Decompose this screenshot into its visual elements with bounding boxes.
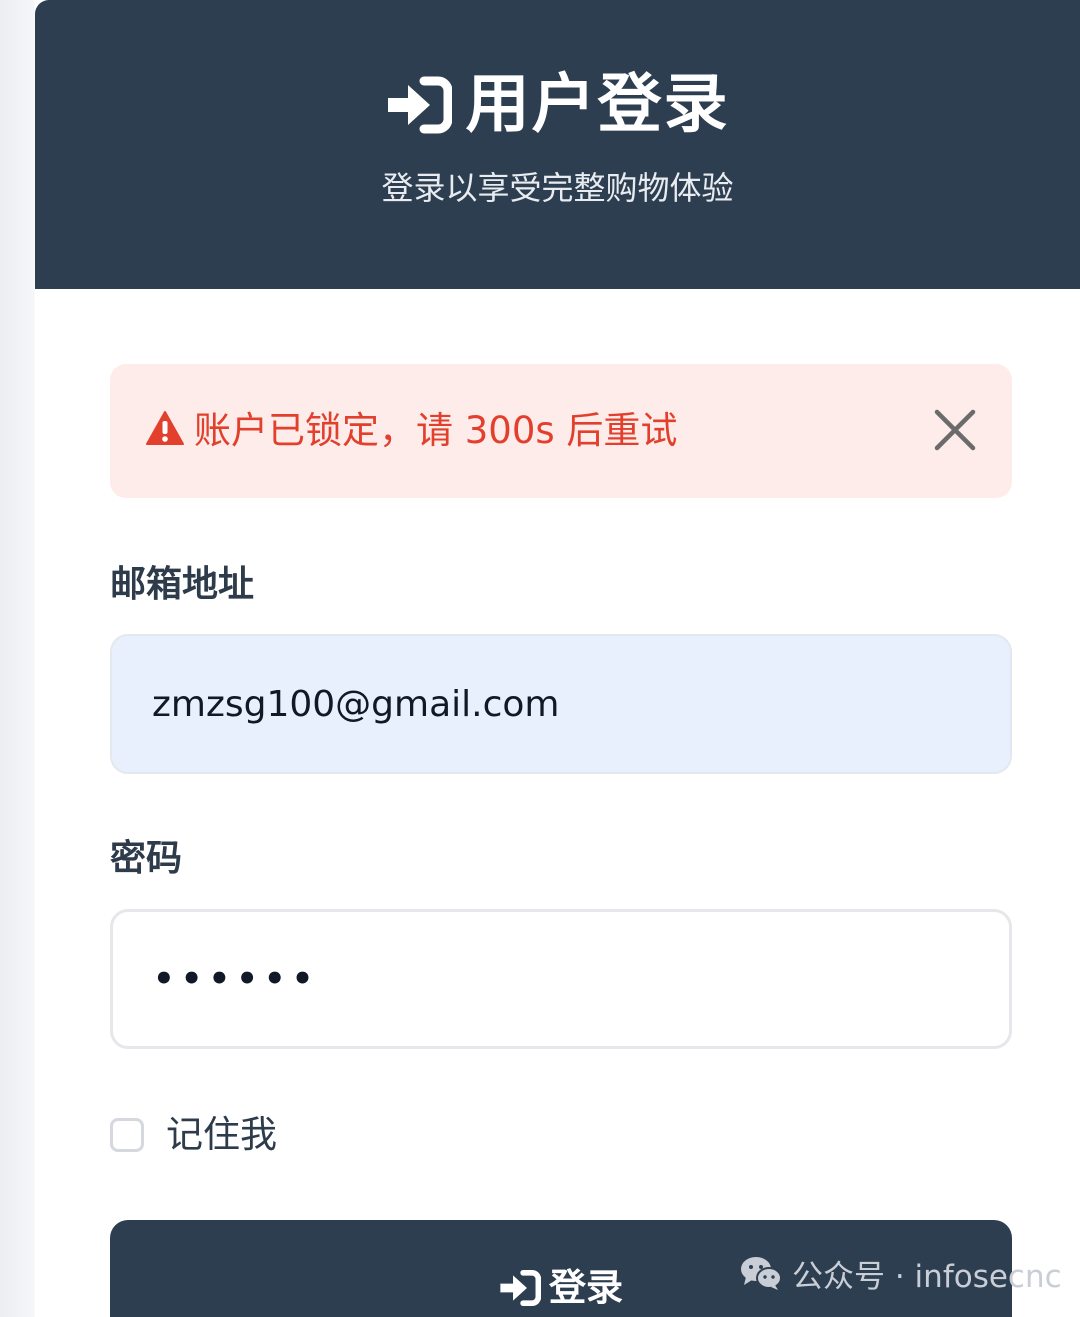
login-header: 用户登录 登录以享受完整购物体验 — [35, 0, 1080, 289]
remember-me[interactable]: 记住我 — [110, 1110, 277, 1160]
login-card: 用户登录 登录以享受完整购物体验 账户已锁定，请 300s 后重试 邮箱地址 z… — [35, 0, 1080, 1317]
title-row: 用户登录 — [35, 62, 1080, 148]
email-field[interactable]: zmzsg100@gmail.com — [110, 634, 1012, 774]
page-subtitle: 登录以享受完整购物体验 — [381, 169, 734, 207]
remember-label: 记住我 — [166, 1113, 277, 1156]
warning-triangle-icon — [146, 411, 184, 445]
close-icon[interactable] — [932, 407, 978, 453]
watermark: 公众号 · infosecnc — [740, 1251, 1062, 1295]
login-button-label: 登录 — [549, 1266, 623, 1309]
email-value: zmzsg100@gmail.com — [152, 683, 560, 725]
page-title: 用户登录 — [465, 68, 730, 142]
password-label: 密码 — [110, 838, 183, 879]
sign-in-icon — [500, 1269, 541, 1307]
email-label: 邮箱地址 — [110, 564, 255, 605]
watermark-text: 公众号 · infosecnc — [792, 1258, 1062, 1295]
lockout-alert: 账户已锁定，请 300s 后重试 — [110, 364, 1012, 498]
alert-message: 账户已锁定，请 300s 后重试 — [194, 409, 678, 452]
password-field[interactable]: •••••• — [110, 909, 1012, 1049]
password-value: •••••• — [153, 959, 320, 999]
wechat-icon — [741, 1257, 782, 1290]
login-page: 用户登录 登录以享受完整购物体验 账户已锁定，请 300s 后重试 邮箱地址 z… — [0, 0, 1080, 1317]
sign-in-icon — [387, 76, 452, 134]
remember-checkbox[interactable] — [110, 1118, 144, 1152]
